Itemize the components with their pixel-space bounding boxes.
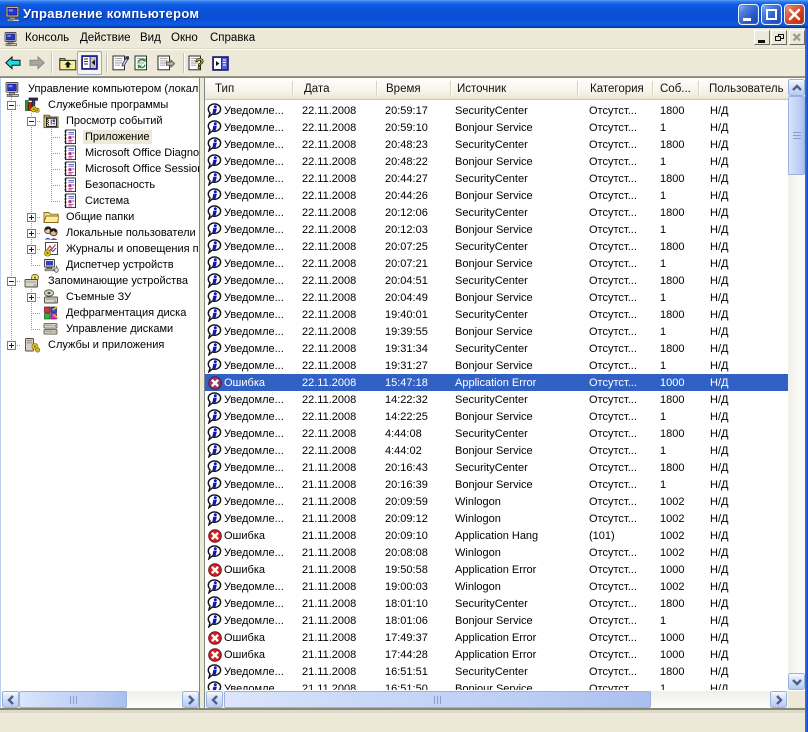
svg-text:?: ? <box>195 56 204 71</box>
